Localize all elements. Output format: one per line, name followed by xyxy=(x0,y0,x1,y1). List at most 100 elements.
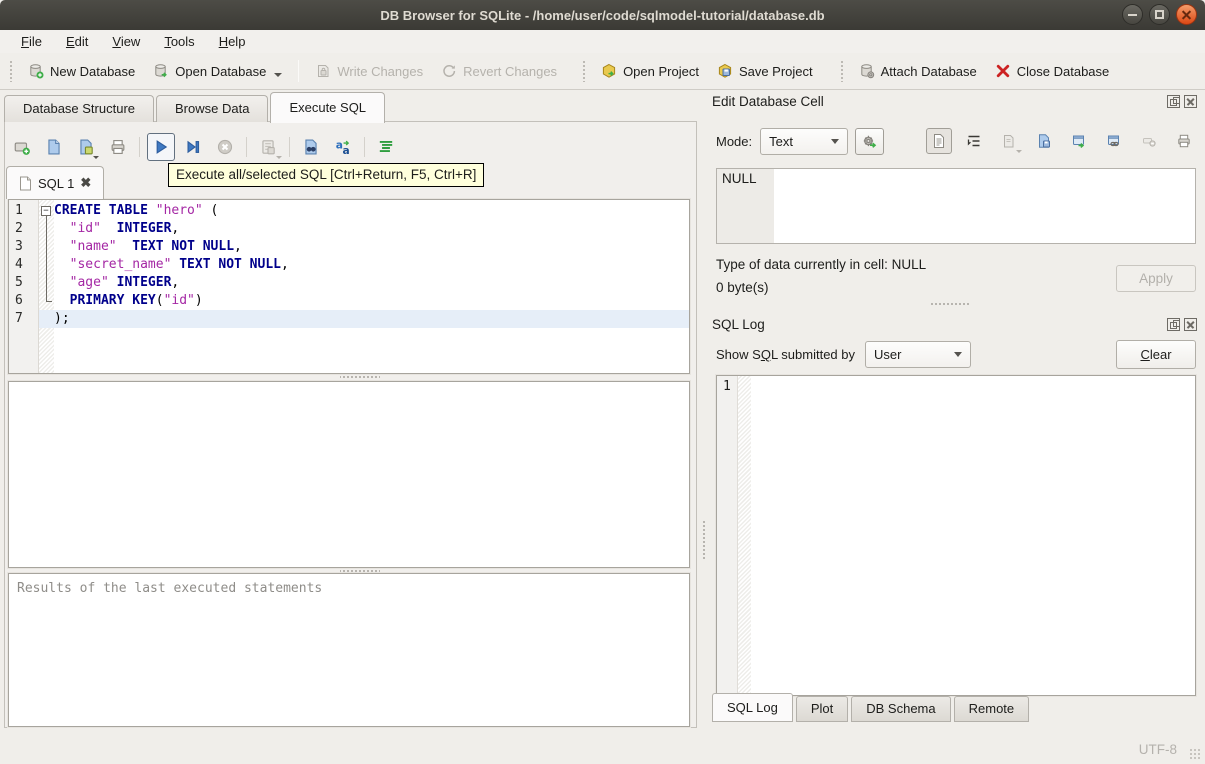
cell-editor[interactable]: NULL xyxy=(716,168,1196,244)
editor-line[interactable]: 7); xyxy=(9,310,689,328)
toolbar-drag-handle[interactable] xyxy=(9,60,14,82)
float-dock-icon[interactable] xyxy=(1167,317,1180,331)
print-icon xyxy=(1178,134,1190,148)
results-grid-pane[interactable] xyxy=(8,381,690,568)
sql-log-view[interactable]: 1 xyxy=(716,375,1196,696)
open-sql-file-button[interactable] xyxy=(40,133,68,161)
tab-database-structure[interactable]: Database Structure xyxy=(4,95,155,122)
new-database-button[interactable]: New Database xyxy=(19,58,144,84)
close-button[interactable] xyxy=(1176,4,1197,25)
tab-db-schema[interactable]: DB Schema xyxy=(851,696,951,722)
find-button[interactable] xyxy=(297,133,325,161)
tab-browse-data-label: Browse Data xyxy=(175,101,250,116)
write-changes-button[interactable]: Write Changes xyxy=(306,58,432,84)
apply-format-button[interactable] xyxy=(855,127,885,155)
submitter-combobox[interactable]: User xyxy=(865,341,971,368)
sql-editor[interactable]: 1− CREATE TABLE "hero" (2 "id" INTEGER, 3 … xyxy=(8,199,690,374)
filter-label: Show SQL submitted by xyxy=(716,347,855,362)
toolbar-drag-handle[interactable] xyxy=(839,60,845,82)
save-sql-file-icon xyxy=(80,139,93,155)
chevron-down-icon xyxy=(954,352,962,357)
main-toolbar: New Database Open Database Write Changes xyxy=(0,53,1205,90)
maximize-button[interactable] xyxy=(1149,4,1170,25)
text-mode-button[interactable] xyxy=(926,128,952,154)
tab-browse-data[interactable]: Browse Data xyxy=(156,95,269,122)
line-number: 5 xyxy=(15,275,23,290)
tab-execute-sql[interactable]: Execute SQL xyxy=(270,92,386,123)
fold-collapse-icon[interactable]: − xyxy=(41,206,51,216)
sql-file-tab-bar: SQL 1 ✖ xyxy=(6,166,105,199)
set-null-button[interactable] xyxy=(1136,128,1162,154)
save-project-button[interactable]: Save Project xyxy=(708,58,822,84)
sql-toolbar: a a xyxy=(8,130,400,164)
tab-sql-log[interactable]: SQL Log xyxy=(712,693,793,722)
new-sql-tab-button[interactable] xyxy=(8,133,36,161)
tab-plot[interactable]: Plot xyxy=(795,696,849,722)
minimize-button[interactable] xyxy=(1122,4,1143,25)
word-wrap-button[interactable] xyxy=(961,128,987,154)
tab-remote[interactable]: Remote xyxy=(953,696,1030,722)
sql-editor-lines: 1− CREATE TABLE "hero" (2 "id" INTEGER, 3 … xyxy=(9,202,689,328)
menu-view[interactable]: View xyxy=(101,32,151,51)
close-sql-tab-icon[interactable]: ✖ xyxy=(80,175,91,191)
save-sql-file-button[interactable] xyxy=(72,133,100,161)
save-project-icon xyxy=(718,63,732,78)
copy-link-button[interactable] xyxy=(1101,128,1127,154)
execute-all-button[interactable] xyxy=(147,133,175,161)
sql-toolbar-separator xyxy=(289,137,290,157)
fold-marker xyxy=(39,274,54,292)
stop-execution-button[interactable] xyxy=(211,133,239,161)
menu-edit[interactable]: Edit xyxy=(55,32,99,51)
fold-marker xyxy=(39,292,54,310)
editor-line[interactable]: 3 "name" TEXT NOT NULL, xyxy=(9,238,689,256)
splitter-cell-log[interactable] xyxy=(930,302,970,307)
mode-combobox[interactable]: Text xyxy=(760,127,849,155)
close-dock-icon[interactable] xyxy=(1184,317,1197,331)
export-cell-data-button[interactable] xyxy=(1031,128,1057,154)
save-sql-caret-icon[interactable] xyxy=(93,156,99,159)
open-in-external-button[interactable] xyxy=(1066,128,1092,154)
close-database-button[interactable]: Close Database xyxy=(986,58,1119,84)
execute-current-line-button[interactable] xyxy=(179,133,207,161)
editor-line[interactable]: 5 "age" INTEGER, xyxy=(9,274,689,292)
mode-value: Text xyxy=(769,133,793,149)
stop-icon xyxy=(217,139,233,155)
menu-help[interactable]: Help xyxy=(208,32,257,51)
open-database-button[interactable]: Open Database xyxy=(144,58,291,84)
title-bar: DB Browser for SQLite - /home/user/code/… xyxy=(0,0,1205,30)
auto-completion-icon: a a xyxy=(336,139,350,156)
attach-database-button[interactable]: Attach Database xyxy=(850,58,986,84)
format-sql-button[interactable] xyxy=(372,133,400,161)
close-database-label: Close Database xyxy=(1016,63,1110,79)
editor-line[interactable]: 6 PRIMARY KEY("id") xyxy=(9,292,689,310)
results-message-pane[interactable]: Results of the last executed statements xyxy=(8,573,690,727)
sql-file-tab[interactable]: SQL 1 ✖ xyxy=(6,166,105,199)
close-dock-icon[interactable] xyxy=(1184,94,1197,108)
editor-line[interactable]: 1 − CREATE TABLE "hero" ( xyxy=(9,202,689,220)
editor-line[interactable]: 4 "secret_name" TEXT NOT NULL, xyxy=(9,256,689,274)
print-sql-button[interactable] xyxy=(104,133,132,161)
menu-file[interactable]: File xyxy=(10,32,53,51)
editor-line[interactable]: 2 "id" INTEGER, xyxy=(9,220,689,238)
import-file-icon xyxy=(1004,135,1014,148)
auto-completion-button[interactable]: a a xyxy=(329,133,357,161)
line-number: 7 xyxy=(15,311,23,326)
splitter-main-dock[interactable] xyxy=(702,520,707,560)
import-cell-data-button[interactable] xyxy=(996,128,1022,154)
cell-edit-area[interactable] xyxy=(774,169,1195,243)
splitter-editor-results[interactable] xyxy=(340,374,380,380)
revert-changes-button[interactable]: Revert Changes xyxy=(432,58,566,84)
resize-grip[interactable] xyxy=(1189,748,1202,761)
clear-log-button[interactable]: Clear xyxy=(1116,340,1196,369)
float-dock-icon[interactable] xyxy=(1167,94,1180,108)
apply-button[interactable]: Apply xyxy=(1116,265,1196,292)
fold-marker[interactable]: − xyxy=(39,202,54,220)
print-cell-button[interactable] xyxy=(1171,128,1197,154)
find-icon xyxy=(305,139,317,155)
menu-tools[interactable]: Tools xyxy=(153,32,205,51)
save-results-button[interactable] xyxy=(254,133,282,161)
svg-text:a: a xyxy=(342,144,349,156)
open-database-caret-icon[interactable] xyxy=(274,73,283,77)
open-project-button[interactable]: Open Project xyxy=(592,58,708,84)
toolbar-drag-handle[interactable] xyxy=(582,60,588,82)
